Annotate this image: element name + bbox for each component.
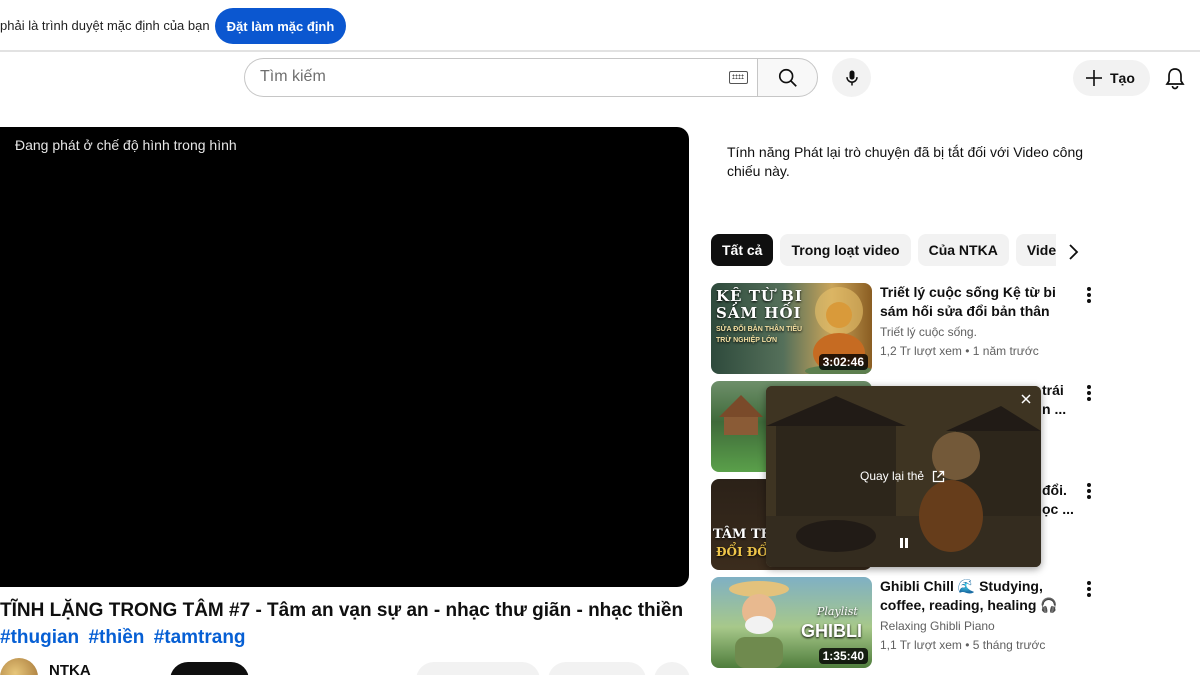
create-label: Tạo <box>1110 70 1135 86</box>
chevron-right-icon[interactable] <box>1061 240 1085 264</box>
thumbnail-caption: Playlist <box>817 605 858 618</box>
return-to-tab-button[interactable]: Quay lại thẻ <box>860 469 945 483</box>
video-duration: 3:02:46 <box>818 354 868 370</box>
banner-message: phải là trình duyệt mặc định của bạn <box>0 18 210 33</box>
microphone-icon <box>846 70 858 86</box>
thumbnail-caption: TRỪ NGHIỆP LỚN <box>716 337 778 344</box>
chip-from-channel[interactable]: Của NTKA <box>917 234 1009 266</box>
create-button[interactable]: Tạo <box>1073 60 1150 96</box>
video-meta: 1,2 Tr lượt xem • 1 năm trước <box>880 344 1039 358</box>
search-button[interactable] <box>757 58 818 97</box>
pip-message: Đang phát ở chế độ hình trong hình <box>15 137 237 153</box>
notifications-bell-icon[interactable] <box>1164 66 1186 90</box>
filter-chips: Tất cảTrong loạt videoCủa NTKAVideo <box>711 234 1056 266</box>
chat-replay-disabled-note: Tính năng Phát lại trò chuyện đã bị tắt … <box>727 144 1084 179</box>
more-options-icon[interactable] <box>1083 286 1095 304</box>
thumbnail-caption: SÁM HỐI <box>716 304 802 322</box>
thumbnail-caption: KỆ TỪ BI <box>716 287 803 305</box>
set-default-button[interactable]: Đặt làm mặc định <box>215 8 346 44</box>
keyboard-icon[interactable] <box>729 71 748 84</box>
chip-in-series[interactable]: Trong loạt video <box>780 234 911 266</box>
thumbnail-caption: GHIBLI <box>801 621 862 641</box>
video-title-fragment[interactable]: trái <box>1042 381 1082 400</box>
hashtag-link[interactable]: #thugian <box>0 627 79 648</box>
more-actions-button[interactable] <box>654 662 690 675</box>
share-button[interactable] <box>548 662 646 675</box>
hashtag-link[interactable]: #tamtrang <box>154 627 246 648</box>
video-meta: 1,1 Tr lượt xem • 5 tháng trước <box>880 638 1046 652</box>
open-in-new-icon <box>932 470 945 482</box>
voice-search-button[interactable] <box>832 58 871 97</box>
search-box <box>244 58 758 97</box>
video-channel[interactable]: Triết lý cuộc sống. <box>880 325 977 339</box>
mini-player[interactable]: Quay lại thẻ <box>766 386 1041 567</box>
video-channel[interactable]: Relaxing Ghibli Piano <box>880 619 995 633</box>
default-browser-banner: phải là trình duyệt mặc định của bạn Đặt… <box>0 0 1200 52</box>
return-to-tab-label: Quay lại thẻ <box>860 469 925 483</box>
search-input[interactable] <box>260 68 710 86</box>
video-title-link[interactable]: Ghibli Chill 🌊 Studying, coffee, reading… <box>880 577 1075 615</box>
more-options-icon[interactable] <box>1083 482 1095 500</box>
hashtag-link[interactable]: #thiền <box>88 627 144 648</box>
video-title-fragment[interactable]: n ... <box>1042 400 1082 419</box>
hashtag-list: #thugian #thiền #tamtrang <box>0 627 250 649</box>
thumbnail-caption: SỬA ĐỔI BẢN THÂN TIÊU <box>716 326 803 333</box>
video-thumbnail[interactable]: Playlist GHIBLI 1:35:40 <box>711 577 872 668</box>
video-title: TĨNH LẶNG TRONG TÂM #7 - Tâm an vạn sự a… <box>0 600 684 621</box>
close-icon[interactable] <box>1019 392 1033 406</box>
video-duration: 1:35:40 <box>818 648 868 664</box>
channel-name[interactable]: NTKA <box>49 662 91 675</box>
subscribe-button[interactable] <box>170 662 249 675</box>
video-title-fragment[interactable]: đổi. <box>1042 481 1082 500</box>
chip-videos[interactable]: Video <box>1015 234 1056 266</box>
plus-icon <box>1086 70 1102 86</box>
thumbnail-caption: ĐỔI ĐỔI <box>716 545 774 559</box>
like-dislike-button[interactable] <box>416 662 540 675</box>
recommended-video[interactable]: KỆ TỪ BI SÁM HỐI SỬA ĐỔI BẢN THÂN TIÊU T… <box>711 283 1091 375</box>
video-title-link[interactable]: Triết lý cuộc sống Kệ từ bi sám hối sửa … <box>880 283 1075 321</box>
video-title-fragment[interactable]: ọc ... <box>1042 500 1082 519</box>
pause-icon[interactable] <box>897 536 911 550</box>
video-player[interactable]: Đang phát ở chế độ hình trong hình <box>0 127 689 587</box>
more-options-icon[interactable] <box>1083 384 1095 402</box>
search-icon <box>778 68 797 87</box>
more-options-icon[interactable] <box>1083 580 1095 598</box>
recommended-video[interactable]: Playlist GHIBLI 1:35:40 Ghibli Chill 🌊 S… <box>711 577 1091 669</box>
chip-all[interactable]: Tất cả <box>711 234 774 266</box>
video-thumbnail[interactable]: KỆ TỪ BI SÁM HỐI SỬA ĐỔI BẢN THÂN TIÊU T… <box>711 283 872 374</box>
channel-avatar[interactable] <box>0 658 38 675</box>
